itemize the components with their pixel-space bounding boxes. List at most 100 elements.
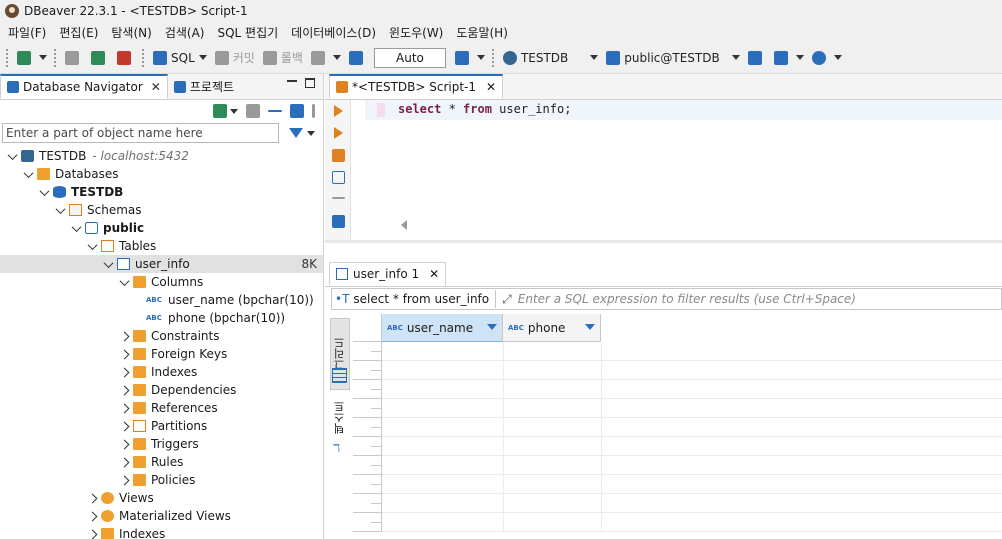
- editor-results-divider[interactable]: [325, 240, 1002, 243]
- object-filter-input[interactable]: [2, 123, 279, 143]
- tree-item-foreign-keys[interactable]: Foreign Keys: [0, 345, 323, 363]
- maximize-icon[interactable]: [305, 78, 315, 88]
- column-sort-icon[interactable]: [585, 324, 595, 330]
- commit-button[interactable]: 커밋: [212, 47, 258, 69]
- filter-icon[interactable]: [289, 128, 303, 138]
- expand-icon[interactable]: [22, 168, 34, 180]
- expand-icon[interactable]: [102, 258, 114, 270]
- execute-script-icon[interactable]: [332, 149, 345, 162]
- grid-corner-cell[interactable]: [353, 314, 382, 342]
- minimize-icon[interactable]: [287, 80, 297, 82]
- expand-icon[interactable]: [118, 420, 130, 432]
- new-connection-button[interactable]: [14, 47, 50, 69]
- close-icon[interactable]: ✕: [486, 80, 496, 94]
- expand-icon[interactable]: [118, 348, 130, 360]
- expand-icon[interactable]: [118, 438, 130, 450]
- tab-projects[interactable]: 프로젝트: [168, 74, 240, 99]
- sql-code-line[interactable]: select * from user_info;: [398, 102, 571, 116]
- tree-item-constraints[interactable]: Constraints: [0, 327, 323, 345]
- chevron-down-icon[interactable]: [230, 108, 238, 114]
- tab-script-1[interactable]: *<TESTDB> Script-1 ✕: [329, 74, 504, 99]
- column-header-user-name[interactable]: ABC user_name: [382, 314, 503, 342]
- row-header[interactable]: [353, 418, 382, 437]
- tab-text-view[interactable]: 텍스트: [330, 398, 350, 438]
- column-header-phone[interactable]: ABC phone: [503, 314, 601, 342]
- menu-search[interactable]: 검색(A): [160, 24, 210, 41]
- transaction-mode-button[interactable]: [308, 47, 344, 69]
- row-header[interactable]: [353, 380, 382, 399]
- tree-item-schema-indexes[interactable]: Indexes: [0, 525, 323, 539]
- row-header[interactable]: [353, 513, 382, 532]
- results-filter-input[interactable]: Enter a SQL expression to filter results…: [518, 292, 856, 306]
- tree-item-column-user-name[interactable]: ABC user_name (bpchar(10)): [0, 291, 323, 309]
- row-header[interactable]: [353, 475, 382, 494]
- dashboard-button[interactable]: [745, 47, 769, 69]
- schema-selector[interactable]: public@TESTDB: [603, 47, 742, 69]
- tree-item-views[interactable]: Views: [0, 489, 323, 507]
- tree-item-connection-testdb[interactable]: TESTDB - localhost:5432: [0, 147, 323, 165]
- transaction-mode-field[interactable]: Auto: [373, 47, 446, 68]
- search-button[interactable]: [809, 47, 845, 69]
- expand-icon[interactable]: [86, 528, 98, 539]
- menu-window[interactable]: 윈도우(W): [384, 24, 448, 41]
- disconnect-button[interactable]: [114, 47, 138, 69]
- results-query-text[interactable]: select * from user_info: [353, 292, 489, 306]
- output-console-icon[interactable]: [332, 215, 345, 228]
- scroll-left-icon[interactable]: [401, 220, 407, 230]
- menu-navigate[interactable]: 탐색(N): [106, 24, 156, 41]
- expand-icon[interactable]: [86, 492, 98, 504]
- explain-plan-icon[interactable]: [332, 171, 345, 184]
- row-header[interactable]: [353, 456, 382, 475]
- row-header[interactable]: [353, 399, 382, 418]
- expand-icon[interactable]: [118, 474, 130, 486]
- tab-results-user-info-1[interactable]: user_info 1 ✕: [329, 262, 447, 286]
- tree-item-policies[interactable]: Policies: [0, 471, 323, 489]
- sql-editor-button[interactable]: SQL: [150, 47, 210, 69]
- execute-in-new-tab-icon[interactable]: [334, 127, 343, 139]
- tree-item-user-info[interactable]: user_info 8K: [0, 255, 323, 273]
- expand-icon[interactable]: [54, 204, 66, 216]
- expand-icon[interactable]: [118, 330, 130, 342]
- editor-horizontal-scrollbar[interactable]: [391, 214, 1002, 240]
- history-button[interactable]: [452, 47, 488, 69]
- expand-icon[interactable]: [118, 276, 130, 288]
- expand-icon[interactable]: [6, 150, 18, 162]
- new-connection-icon[interactable]: [213, 104, 227, 118]
- close-icon[interactable]: ✕: [429, 267, 439, 281]
- view-menu-icon[interactable]: [312, 104, 315, 118]
- new-folder-icon[interactable]: [246, 104, 260, 118]
- erd-button[interactable]: [771, 47, 807, 69]
- expand-icon[interactable]: [70, 222, 82, 234]
- tree-item-materialized-views[interactable]: Materialized Views: [0, 507, 323, 525]
- tree-item-dependencies[interactable]: Dependencies: [0, 381, 323, 399]
- tree-item-triggers[interactable]: Triggers: [0, 435, 323, 453]
- menu-help[interactable]: 도움말(H): [451, 24, 513, 41]
- lock-button[interactable]: [346, 47, 370, 69]
- expand-icon[interactable]: [86, 240, 98, 252]
- tree-item-tables[interactable]: Tables: [0, 237, 323, 255]
- tab-database-navigator[interactable]: Database Navigator ✕: [0, 74, 168, 99]
- more-options-icon[interactable]: [332, 197, 345, 199]
- tree-item-public[interactable]: public: [0, 219, 323, 237]
- tree-item-database-testdb[interactable]: TESTDB: [0, 183, 323, 201]
- row-header[interactable]: [353, 494, 382, 513]
- expand-icon[interactable]: [118, 384, 130, 396]
- collapse-all-icon[interactable]: [268, 110, 282, 112]
- column-sort-icon[interactable]: [487, 324, 497, 330]
- datasource-selector[interactable]: TESTDB: [500, 47, 601, 69]
- menu-database[interactable]: 데이터베이스(D): [286, 24, 381, 41]
- menu-sql-editor[interactable]: SQL 편집기: [212, 24, 283, 41]
- tree-item-rules[interactable]: Rules: [0, 453, 323, 471]
- close-icon[interactable]: ✕: [151, 80, 161, 94]
- expand-icon[interactable]: [38, 186, 50, 198]
- row-header[interactable]: [353, 342, 382, 361]
- menu-edit[interactable]: 편집(E): [54, 24, 103, 41]
- tree-item-references[interactable]: References: [0, 399, 323, 417]
- tree-item-column-phone[interactable]: ABC phone (bpchar(10)): [0, 309, 323, 327]
- row-header[interactable]: [353, 437, 382, 456]
- rollback-button[interactable]: 롤백: [260, 47, 306, 69]
- tree-item-databases[interactable]: Databases: [0, 165, 323, 183]
- expand-icon[interactable]: [118, 456, 130, 468]
- reconnect-button[interactable]: [88, 47, 112, 69]
- expand-icon[interactable]: [118, 366, 130, 378]
